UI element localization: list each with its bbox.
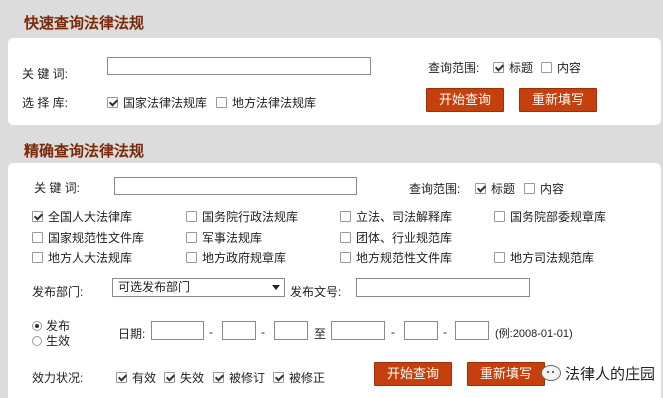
radio-selected-icon[interactable] bbox=[32, 321, 42, 331]
status-label: 效力状况: bbox=[32, 371, 84, 385]
department-label: 发布部门: bbox=[32, 285, 84, 299]
quick-search-panel: 关 键 词: 查询范围: 标题 内容 选 择 库: 国家法律法规库 地方法律法规… bbox=[8, 38, 661, 125]
quick-reset-button[interactable]: 重新填写 bbox=[519, 88, 597, 112]
checkbox-unchecked-icon[interactable] bbox=[340, 252, 351, 263]
checkbox-checked-icon[interactable] bbox=[213, 372, 224, 383]
checkbox-checked-icon[interactable] bbox=[116, 372, 127, 383]
chevron-down-icon bbox=[272, 285, 280, 290]
checkbox-unchecked-icon[interactable] bbox=[186, 232, 197, 243]
quick-scope-title-checkbox[interactable]: 标题 bbox=[493, 59, 533, 76]
checkbox-unchecked-icon[interactable] bbox=[340, 211, 351, 222]
checkbox-unchecked-icon[interactable] bbox=[494, 252, 505, 263]
library-checkbox[interactable]: 军事法规库 bbox=[186, 229, 262, 246]
checkbox-checked-icon[interactable] bbox=[475, 183, 486, 194]
checkbox-unchecked-icon[interactable] bbox=[494, 211, 505, 222]
quick-library-national-checkbox[interactable]: 国家法律法规库 bbox=[107, 94, 207, 111]
library-checkbox[interactable]: 国务院行政法规库 bbox=[186, 208, 298, 225]
date-separator: - bbox=[209, 325, 213, 339]
end-day-input[interactable] bbox=[455, 321, 489, 340]
quick-library-label: 选 择 库: bbox=[22, 96, 69, 110]
library-checkbox[interactable]: 立法、司法解释库 bbox=[340, 208, 452, 225]
date-separator: - bbox=[391, 325, 395, 339]
quick-search-button[interactable]: 开始查询 bbox=[426, 88, 504, 112]
precise-keyword-input[interactable] bbox=[114, 177, 357, 195]
doc-number-label: 发布文号: bbox=[290, 285, 342, 299]
quick-library-local-checkbox[interactable]: 地方法律法规库 bbox=[216, 94, 316, 111]
checkbox-checked-icon[interactable] bbox=[107, 97, 118, 108]
watermark-text: 法律人的庄园 bbox=[564, 366, 655, 383]
library-checkbox[interactable]: 国务院部委规章库 bbox=[494, 208, 606, 225]
quick-keyword-label: 关 键 词: bbox=[22, 67, 69, 81]
wechat-icon bbox=[540, 365, 561, 381]
start-day-input[interactable] bbox=[274, 321, 308, 340]
watermark: 法律人的庄园 bbox=[540, 363, 655, 384]
precise-scope-label: 查询范围: bbox=[409, 182, 461, 196]
library-checkbox[interactable]: 地方规范性文件库 bbox=[340, 249, 452, 266]
date-separator: - bbox=[261, 325, 265, 339]
status-amended-checkbox[interactable]: 被修正 bbox=[273, 369, 325, 386]
library-checkbox[interactable]: 国家规范性文件库 bbox=[32, 229, 144, 246]
department-select[interactable]: 可选发布部门 bbox=[112, 278, 285, 297]
quick-keyword-input[interactable] bbox=[107, 57, 371, 75]
start-month-input[interactable] bbox=[222, 321, 256, 340]
precise-reset-button[interactable]: 重新填写 bbox=[467, 362, 545, 386]
library-checkbox[interactable]: 全国人大法律库 bbox=[32, 208, 132, 225]
checkbox-unchecked-icon[interactable] bbox=[186, 252, 197, 263]
doc-number-input[interactable] bbox=[356, 278, 530, 297]
checkbox-unchecked-icon[interactable] bbox=[32, 252, 43, 263]
date-label: 日期: bbox=[118, 327, 146, 341]
precise-scope-content-checkbox[interactable]: 内容 bbox=[524, 180, 564, 197]
checkbox-checked-icon[interactable] bbox=[32, 211, 43, 222]
quick-scope-label: 查询范围: bbox=[428, 61, 480, 75]
library-checkbox[interactable]: 地方司法规范库 bbox=[494, 249, 594, 266]
library-checkbox[interactable]: 地方政府规章库 bbox=[186, 249, 286, 266]
precise-keyword-label: 关 键 词: bbox=[34, 181, 81, 195]
quick-search-title: 快速查询法律法规 bbox=[24, 16, 145, 32]
precise-search-title: 精确查询法律法规 bbox=[24, 144, 145, 160]
radio-unselected-icon[interactable] bbox=[32, 336, 42, 346]
precise-scope-title-checkbox[interactable]: 标题 bbox=[475, 180, 515, 197]
checkbox-unchecked-icon[interactable] bbox=[186, 211, 197, 222]
precise-search-button[interactable]: 开始查询 bbox=[374, 362, 452, 386]
library-checkbox[interactable]: 团体、行业规范库 bbox=[340, 229, 452, 246]
checkbox-checked-icon[interactable] bbox=[493, 62, 504, 73]
date-type-effective-radio[interactable]: 生效 bbox=[32, 332, 70, 349]
status-valid-checkbox[interactable]: 有效 bbox=[116, 369, 156, 386]
date-to-label: 至 bbox=[314, 327, 327, 341]
status-invalid-checkbox[interactable]: 失效 bbox=[164, 369, 204, 386]
end-year-input[interactable] bbox=[331, 321, 385, 340]
status-revised-checkbox[interactable]: 被修订 bbox=[213, 369, 265, 386]
quick-scope-content-checkbox[interactable]: 内容 bbox=[541, 59, 581, 76]
date-example-hint: (例:2008-01-01) bbox=[495, 328, 573, 340]
checkbox-unchecked-icon[interactable] bbox=[216, 97, 227, 108]
end-month-input[interactable] bbox=[404, 321, 438, 340]
checkbox-unchecked-icon[interactable] bbox=[340, 232, 351, 243]
date-separator: - bbox=[443, 325, 447, 339]
library-checkbox[interactable]: 地方人大法规库 bbox=[32, 249, 132, 266]
checkbox-unchecked-icon[interactable] bbox=[541, 62, 552, 73]
start-year-input[interactable] bbox=[151, 321, 204, 340]
checkbox-checked-icon[interactable] bbox=[164, 372, 175, 383]
checkbox-unchecked-icon[interactable] bbox=[524, 183, 535, 194]
checkbox-checked-icon[interactable] bbox=[273, 372, 284, 383]
checkbox-unchecked-icon[interactable] bbox=[32, 232, 43, 243]
